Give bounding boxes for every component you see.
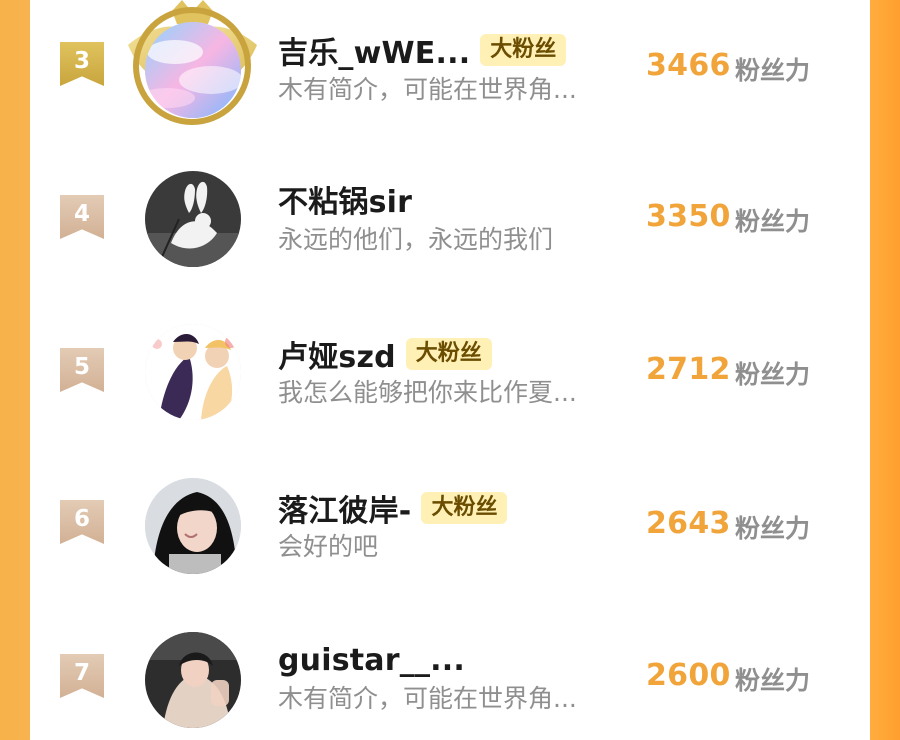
- user-name-line-5: 卢娅szd 大粉丝: [278, 332, 492, 376]
- fan-power-label: 粉丝力: [735, 666, 811, 695]
- user-name[interactable]: 不粘锅sir: [278, 177, 412, 221]
- rank-badge-5: 5: [60, 348, 104, 392]
- user-name-line-6: 落江彼岸- 大粉丝: [278, 486, 508, 530]
- avatar-user-3[interactable]: [145, 22, 241, 118]
- rank-badge-4: 4: [60, 195, 104, 239]
- user-bio: 木有简介，可能在世界角...: [278, 684, 577, 713]
- avatar-image: [145, 478, 241, 574]
- user-bio: 永远的他们，永远的我们: [278, 225, 554, 254]
- user-bio: 木有简介，可能在世界角...: [278, 75, 577, 104]
- ranking-row-4[interactable]: 4 不粘锅sir 永远的他们，永远的我们 3350 粉丝力: [30, 161, 870, 281]
- user-bio: 会好的吧: [278, 532, 379, 561]
- fan-badge: 大粉丝: [480, 34, 567, 66]
- rank-badge-3: 3: [60, 42, 104, 86]
- avatar-image: [145, 171, 241, 267]
- fan-ranking-panel: 3 吉乐_wWE... 大粉丝 木有简介，可能在世界角... 3466 粉丝力 …: [30, 0, 870, 728]
- fan-power-score: 2600: [646, 658, 731, 693]
- fan-power-score: 3350: [646, 199, 731, 234]
- fan-badge: 大粉丝: [421, 492, 508, 524]
- rank-badge-6: 6: [60, 500, 104, 544]
- fan-power-label: 粉丝力: [735, 360, 811, 389]
- user-name[interactable]: 吉乐_wWE...: [278, 28, 470, 72]
- user-name-line-3: 吉乐_wWE... 大粉丝: [278, 28, 567, 72]
- rank-badge-7: 7: [60, 654, 104, 698]
- avatar-image: [145, 324, 241, 420]
- user-name-line-7: guistar__...: [278, 638, 465, 682]
- fan-badge: 大粉丝: [405, 338, 492, 370]
- fan-power-score: 2712: [646, 352, 731, 387]
- avatar-user-7[interactable]: [145, 632, 241, 728]
- user-name[interactable]: 卢娅szd: [278, 332, 396, 376]
- ranking-row-7[interactable]: 7 guistar__... 木有简介，可能在世界角... 2600 粉丝力: [30, 620, 870, 740]
- fan-power-label: 粉丝力: [735, 207, 811, 236]
- fan-power-label: 粉丝力: [735, 56, 811, 85]
- user-bio: 我怎么能够把你来比作夏...: [278, 378, 577, 407]
- user-name-line-4: 不粘锅sir: [278, 177, 412, 221]
- avatar-user-5[interactable]: [145, 324, 241, 420]
- ranking-row-6[interactable]: 6 落江彼岸- 大粉丝 会好的吧 2643 粉丝力: [30, 466, 870, 586]
- user-name[interactable]: 落江彼岸-: [278, 486, 411, 530]
- avatar-user-4[interactable]: [145, 171, 241, 267]
- avatar-user-6[interactable]: [145, 478, 241, 574]
- ranking-row-5[interactable]: 5 卢娅szd 大粉丝 我怎么能够把你来比作夏... 2712 粉丝力: [30, 314, 870, 434]
- fan-power-score: 2643: [646, 506, 731, 541]
- ranking-row-3[interactable]: 3 吉乐_wWE... 大粉丝 木有简介，可能在世界角... 3466 粉丝力: [30, 0, 870, 128]
- user-name[interactable]: guistar__...: [278, 643, 465, 678]
- fan-power-score: 3466: [646, 48, 731, 83]
- avatar-image: [145, 632, 241, 728]
- fan-power-label: 粉丝力: [735, 514, 811, 543]
- avatar-image: [145, 22, 241, 118]
